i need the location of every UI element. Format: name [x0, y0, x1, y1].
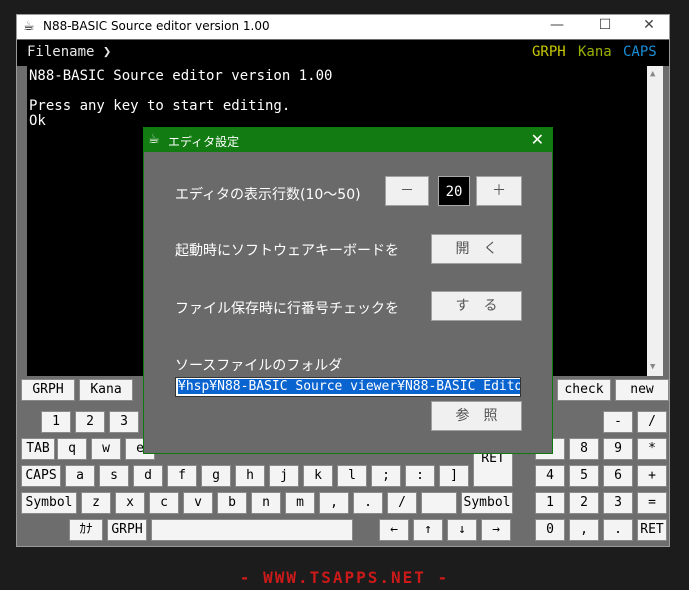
maximize-icon[interactable]: ☐ [583, 17, 627, 33]
key-v[interactable]: v [183, 492, 213, 514]
folder-label: ソースファイルのフォルダ [175, 358, 343, 374]
numpad-return[interactable]: RET [637, 519, 667, 541]
dialog-close-icon[interactable]: ✕ [531, 130, 544, 149]
key-2[interactable]: 2 [75, 411, 105, 433]
fkey-check[interactable]: check [557, 379, 611, 401]
browse-button[interactable]: 参 照 [431, 401, 522, 431]
key-colon[interactable]: : [405, 465, 435, 487]
key-tab[interactable]: TAB [21, 438, 55, 460]
key-caps[interactable]: CAPS [21, 465, 61, 487]
editor-settings-dialog: ☕ エディタ設定 ✕ エディタの表示行数(10～50) － 20 ＋ 起動時にソ… [143, 127, 553, 454]
key-3[interactable]: 3 [109, 411, 139, 433]
rows-decrease-button[interactable]: － [385, 176, 429, 206]
caps-indicator: CAPS [623, 44, 657, 60]
numpad-period[interactable]: . [603, 519, 633, 541]
numpad-3[interactable]: 3 [603, 492, 633, 514]
keyboard-label: 起動時にソフトウェアキーボードを [175, 243, 399, 259]
rows-value: 20 [438, 176, 470, 206]
numpad-1[interactable]: 1 [535, 492, 565, 514]
numpad-0[interactable]: 0 [535, 519, 565, 541]
folder-path-selection: ¥hsp¥N88-BASIC Source viewer¥N88-BASIC E… [178, 379, 520, 394]
grph-indicator: GRPH [532, 44, 566, 60]
key-right-bracket[interactable]: ] [439, 465, 469, 487]
key-slash[interactable]: / [387, 492, 417, 514]
key-x[interactable]: x [115, 492, 145, 514]
close-icon[interactable]: ✕ [627, 17, 671, 33]
linecheck-toggle-button[interactable]: す る [431, 291, 522, 321]
status-bar: Filename ❯ GRPH Kana CAPS [17, 40, 669, 66]
numpad-equals[interactable]: = [637, 492, 667, 514]
numpad-divide[interactable]: / [637, 411, 667, 433]
numpad-comma[interactable]: , [569, 519, 599, 541]
numpad-8[interactable]: 8 [569, 438, 599, 460]
numpad-5[interactable]: 5 [569, 465, 599, 487]
key-q[interactable]: q [57, 438, 87, 460]
key-z[interactable]: z [81, 492, 111, 514]
numpad-plus[interactable]: + [637, 465, 667, 487]
rows-increase-button[interactable]: ＋ [476, 176, 522, 206]
key-period[interactable]: . [353, 492, 383, 514]
key-l[interactable]: l [337, 465, 367, 487]
key-h[interactable]: h [235, 465, 265, 487]
dialog-app-icon: ☕ [148, 132, 160, 147]
key-c[interactable]: c [149, 492, 179, 514]
numpad-6[interactable]: 6 [603, 465, 633, 487]
key-space[interactable] [151, 519, 353, 541]
key-grph[interactable]: GRPH [107, 519, 147, 541]
vertical-scrollbar[interactable]: ▲ ▼ [647, 66, 663, 376]
key-d[interactable]: d [133, 465, 163, 487]
app-icon: ☕ [23, 19, 35, 34]
fkey-grph[interactable]: GRPH [21, 379, 75, 401]
numpad-minus[interactable]: - [603, 411, 633, 433]
key-comma[interactable]: , [319, 492, 349, 514]
key-n[interactable]: n [251, 492, 281, 514]
key-left-arrow[interactable]: ← [379, 519, 409, 541]
fkey-kana[interactable]: Kana [79, 379, 133, 401]
minimize-icon[interactable]: — [535, 17, 579, 33]
keyboard-toggle-button[interactable]: 開 く [431, 234, 522, 264]
key-f[interactable]: f [167, 465, 197, 487]
key-symbol-left[interactable]: Symbol [21, 492, 77, 514]
key-w[interactable]: w [91, 438, 121, 460]
window-title: N88-BASIC Source editor version 1.00 [43, 19, 270, 33]
numpad-multiply[interactable]: * [637, 438, 667, 460]
key-up-arrow[interactable]: ↑ [413, 519, 443, 541]
rows-label: エディタの表示行数(10～50) [175, 187, 361, 203]
scroll-up-icon[interactable]: ▲ [650, 69, 655, 79]
key-right-arrow[interactable]: → [481, 519, 511, 541]
key-1[interactable]: 1 [41, 411, 71, 433]
key-semicolon[interactable]: ; [371, 465, 401, 487]
key-blank[interactable] [421, 492, 457, 514]
folder-path-input[interactable]: ¥hsp¥N88-BASIC Source viewer¥N88-BASIC E… [175, 377, 521, 397]
dialog-title: エディタ設定 [168, 135, 240, 149]
title-bar: ☕ N88-BASIC Source editor version 1.00 —… [17, 15, 669, 39]
scroll-down-icon[interactable]: ▼ [650, 362, 655, 372]
key-b[interactable]: b [217, 492, 247, 514]
filename-label: Filename ❯ [27, 44, 112, 60]
key-down-arrow[interactable]: ↓ [447, 519, 477, 541]
linecheck-label: ファイル保存時に行番号チェックを [175, 301, 399, 317]
fkey-new[interactable]: new [615, 379, 669, 401]
key-return[interactable]: RET [473, 451, 513, 487]
key-g[interactable]: g [201, 465, 231, 487]
key-k[interactable]: k [303, 465, 333, 487]
key-symbol-right[interactable]: Symbol [461, 492, 513, 514]
key-kana[interactable]: ｶﾅ [69, 519, 103, 541]
numpad-2[interactable]: 2 [569, 492, 599, 514]
key-a[interactable]: a [65, 465, 95, 487]
dialog-title-bar: ☕ エディタ設定 ✕ [144, 128, 552, 152]
numpad-9[interactable]: 9 [603, 438, 633, 460]
footer-banner: - WWW.TSAPPS.NET - [239, 568, 450, 587]
key-s[interactable]: s [99, 465, 129, 487]
key-m[interactable]: m [285, 492, 315, 514]
numpad-4[interactable]: 4 [535, 465, 565, 487]
kana-indicator: Kana [578, 44, 612, 60]
key-j[interactable]: j [269, 465, 299, 487]
